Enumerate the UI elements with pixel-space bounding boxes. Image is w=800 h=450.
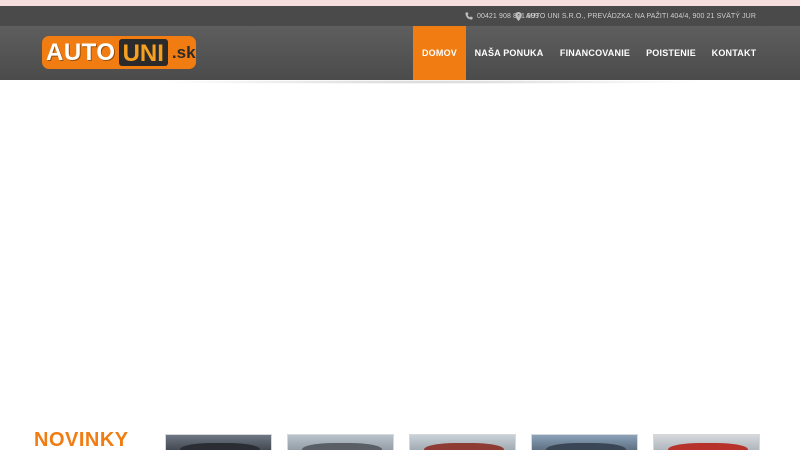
nav-item-poistenie[interactable]: POISTENIE bbox=[638, 26, 704, 80]
news-heading: NOVINKY bbox=[34, 429, 129, 450]
news-thumbnail[interactable] bbox=[409, 434, 516, 450]
main-nav: DOMOV NAŠA PONUKA FINANCOVANIE POISTENIE… bbox=[0, 26, 800, 80]
address-text: AUTO UNI S.R.O., PREVÁDZKA: NA PAŽITI 40… bbox=[525, 12, 756, 20]
page: 00421 908 881 999 AUTO UNI S.R.O., PREVÁ… bbox=[0, 0, 800, 450]
header-shadow bbox=[150, 80, 710, 84]
address-contact: AUTO UNI S.R.O., PREVÁDZKA: NA PAŽITI 40… bbox=[514, 6, 756, 26]
news-thumbnail[interactable] bbox=[287, 434, 394, 450]
map-marker-icon bbox=[514, 11, 522, 21]
phone-icon bbox=[465, 12, 473, 20]
news-thumbnail[interactable] bbox=[531, 434, 638, 450]
news-thumbnail[interactable] bbox=[165, 434, 272, 450]
nav-item-kontakt[interactable]: KONTAKT bbox=[704, 26, 764, 80]
news-thumbnail[interactable] bbox=[653, 434, 760, 450]
contact-bar: 00421 908 881 999 AUTO UNI S.R.O., PREVÁ… bbox=[0, 6, 800, 26]
nav-item-financovanie[interactable]: FINANCOVANIE bbox=[552, 26, 638, 80]
nav-item-domov[interactable]: DOMOV bbox=[413, 26, 466, 80]
nav-item-nasa-ponuka[interactable]: NAŠA PONUKA bbox=[466, 26, 552, 80]
